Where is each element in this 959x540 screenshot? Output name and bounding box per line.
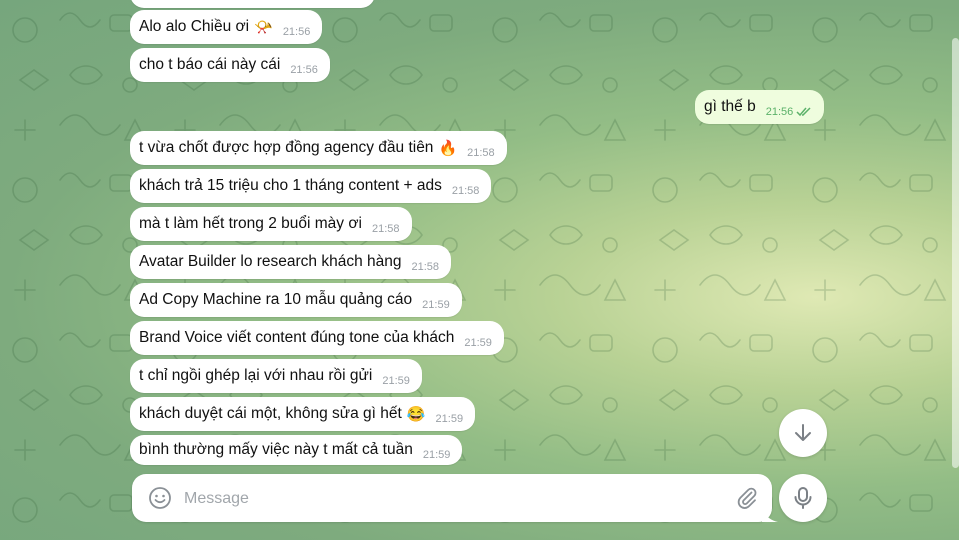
message-text: cho t báo cái này cái xyxy=(139,56,281,73)
message-text: mà t làm hết trong 2 buổi mày ơi xyxy=(139,215,362,232)
message-bubble-incoming: Avatar Builder lo research khách hàng 21… xyxy=(130,245,452,279)
message-text: t chỉ ngồi ghép lại với nhau rồi gửi xyxy=(139,367,373,384)
message-text: gì thế b xyxy=(704,98,756,115)
message-bubble-incoming: Brand Voice viết content đúng tone của k… xyxy=(130,321,504,355)
message-text: bình thường mấy việc này t mất cả tuần xyxy=(139,441,413,458)
message-bubble-incoming: t vừa chốt được hợp đồng agency đầu tiên… xyxy=(130,131,507,165)
message-time: 21:58 xyxy=(371,223,400,235)
message-text: khách duyệt cái một, không sửa gì hết xyxy=(139,405,402,422)
message-bubble-incoming: cho t báo cái này cái 21:56 xyxy=(130,48,330,82)
laughing-emoji-icon: 😂 xyxy=(406,406,426,423)
message-text: Alo alo Chiều ơi xyxy=(139,18,250,35)
arrow-down-icon xyxy=(795,424,811,441)
message-bubble-outgoing: gì thế b 21:56 xyxy=(695,90,825,124)
voice-record-button[interactable] xyxy=(779,474,827,522)
message-time: 21:56 xyxy=(282,26,311,38)
megaphone-emoji-icon: 📯 xyxy=(254,19,273,36)
scrollbar[interactable] xyxy=(952,38,959,468)
message-time: 21:59 xyxy=(422,449,451,461)
message-time: 21:59 xyxy=(422,299,450,311)
message-time: 21:58 xyxy=(451,185,480,197)
paperclip-icon[interactable] xyxy=(735,486,759,510)
message-bubble-partial xyxy=(130,0,375,8)
message-text: Ad Copy Machine ra 10 mẫu quảng cáo xyxy=(139,291,413,308)
message-bubble-incoming: mà t làm hết trong 2 buổi mày ơi 21:58 xyxy=(130,207,412,241)
message-time: 21:58 xyxy=(411,261,440,273)
message-bubble-incoming: khách duyệt cái một, không sửa gì hết 😂 … xyxy=(130,397,476,431)
message-text: khách trả 15 triệu cho 1 tháng content +… xyxy=(139,177,442,194)
message-composer xyxy=(132,474,772,522)
message-time: 21:59 xyxy=(464,337,492,349)
message-input[interactable] xyxy=(182,484,726,514)
message-time: 21:56 xyxy=(290,64,318,76)
message-time: 21:59 xyxy=(382,375,410,387)
composer-tail xyxy=(762,510,778,522)
message-text: Avatar Builder lo research khách hàng xyxy=(139,253,402,270)
message-time: 21:58 xyxy=(467,147,495,159)
double-check-icon xyxy=(796,107,811,117)
message-time: 21:59 xyxy=(435,413,464,425)
message-text: t vừa chốt được hợp đồng agency đầu tiên xyxy=(139,139,434,156)
smile-icon[interactable] xyxy=(148,486,172,510)
scroll-to-bottom-button[interactable] xyxy=(779,409,827,457)
message-bubble-incoming: khách trả 15 triệu cho 1 tháng content +… xyxy=(130,169,492,203)
message-bubble-incoming: bình thường mấy việc này t mất cả tuần 2… xyxy=(130,435,463,465)
microphone-icon xyxy=(794,487,812,509)
message-text: Brand Voice viết content đúng tone của k… xyxy=(139,329,455,346)
message-bubble-incoming: Alo alo Chiều ơi 📯 21:56 xyxy=(130,10,323,44)
message-bubble-incoming: Ad Copy Machine ra 10 mẫu quảng cáo 21:5… xyxy=(130,283,462,317)
message-bubble-incoming: t chỉ ngồi ghép lại với nhau rồi gửi 21:… xyxy=(130,359,422,393)
message-time: 21:56 xyxy=(765,106,794,118)
fire-emoji-icon: 🔥 xyxy=(438,140,458,157)
